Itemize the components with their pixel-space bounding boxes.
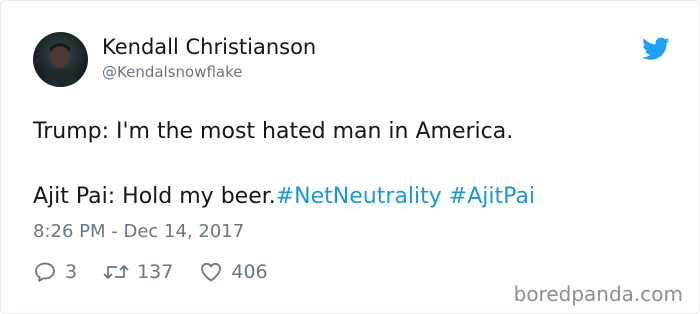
tweet-timestamp[interactable]: 8:26 PM - Dec 14, 2017 — [33, 221, 244, 242]
reply-icon — [35, 262, 55, 282]
avatar[interactable] — [33, 32, 88, 87]
like-count: 406 — [231, 261, 268, 283]
hashtag-ajitpai[interactable]: #AjitPai — [449, 184, 535, 209]
display-name[interactable]: Kendall Christianson — [102, 35, 316, 59]
heart-icon — [201, 262, 222, 282]
tweet-card: Kendall Christianson @Kendalsnowflake Tr… — [0, 0, 700, 314]
reply-count: 3 — [65, 261, 78, 283]
twitter-bird-icon[interactable] — [642, 37, 670, 61]
user-handle[interactable]: @Kendalsnowflake — [102, 63, 243, 81]
retweet-count: 137 — [137, 261, 174, 283]
reply-button[interactable]: 3 — [33, 260, 77, 284]
watermark: boredpanda.com — [513, 282, 683, 306]
action-bar: 3 137 406 — [33, 259, 294, 285]
retweet-button[interactable]: 137 — [103, 260, 173, 284]
like-button[interactable]: 406 — [199, 260, 268, 284]
tweet-text-line2: Ajit Pai: Hold my beer.#NetNeutrality #A… — [33, 184, 535, 209]
tweet-text-line2-text: Ajit Pai: Hold my beer. — [33, 184, 276, 209]
tweet-text-line1: Trump: I'm the most hated man in America… — [33, 119, 514, 144]
retweet-icon — [103, 265, 129, 279]
hashtag-netneutrality[interactable]: #NetNeutrality — [276, 184, 442, 209]
avatar-photo — [41, 43, 80, 87]
